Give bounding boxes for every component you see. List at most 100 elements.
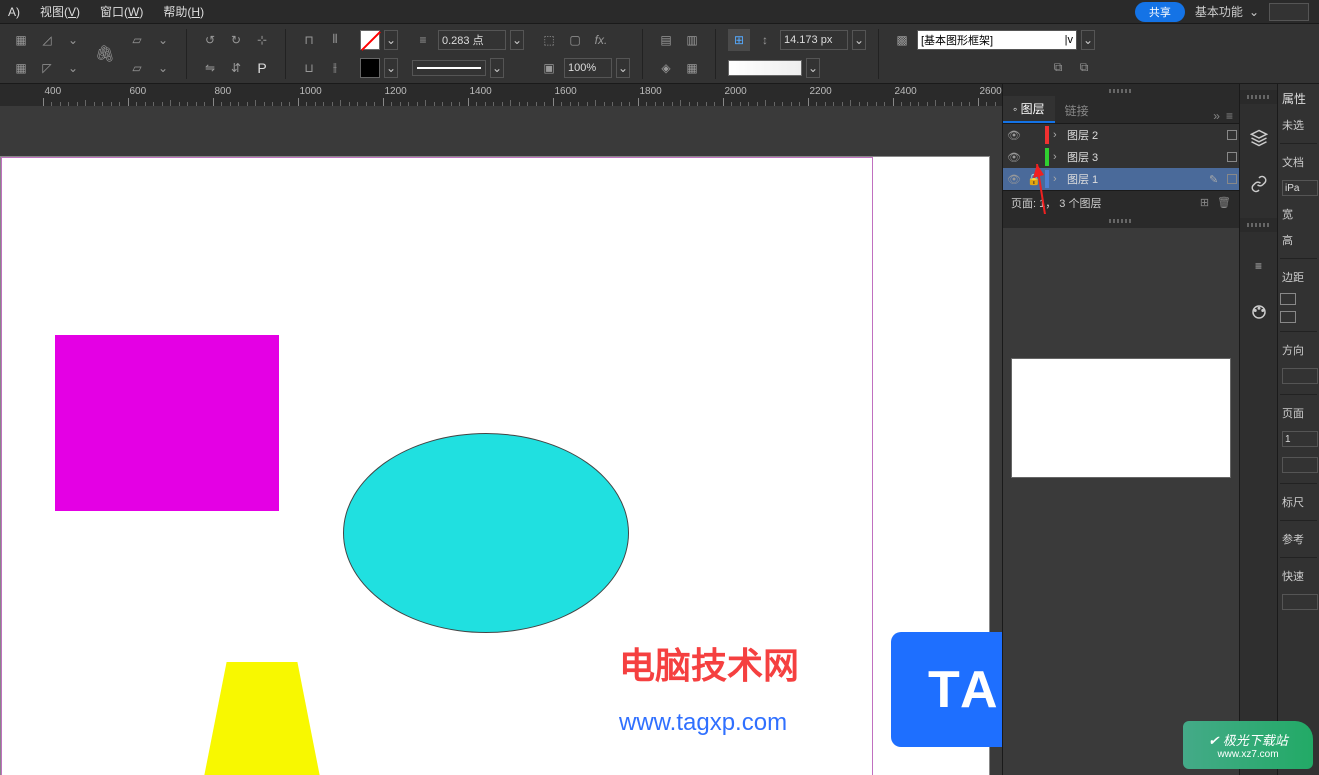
search-input[interactable] (1269, 3, 1309, 21)
layer-target-icon[interactable] (1227, 130, 1237, 140)
document-page[interactable]: 电脑技术网 www.tagxp.com TAG (0, 156, 990, 775)
stroke-style[interactable] (412, 60, 486, 76)
fill-swatch[interactable] (360, 30, 380, 50)
transform-input[interactable] (780, 30, 848, 50)
layer-row[interactable]: 👁›图层 2 (1003, 124, 1239, 146)
gradient-preview[interactable] (728, 60, 802, 76)
attach-icon[interactable]: 🖇 (94, 43, 116, 65)
skew-h-icon[interactable]: ▱ (126, 29, 148, 51)
visibility-icon[interactable]: 👁 (1005, 173, 1023, 186)
rail-handle-2[interactable] (1240, 218, 1277, 232)
layers-panel-footer: 页面: 1， 3 个图层 ⊞ 🗑 (1003, 190, 1239, 214)
tool-1[interactable]: ▦ (10, 29, 32, 51)
wrap2-icon[interactable]: ▥ (681, 29, 703, 51)
canvas-area[interactable]: 电脑技术网 www.tagxp.com TAG (0, 106, 1002, 775)
stroke-style-dd[interactable]: ⌄ (490, 58, 504, 78)
expand-icon[interactable]: › (1053, 129, 1063, 141)
expand-icon[interactable]: › (1053, 173, 1063, 185)
wrap3-icon[interactable]: ◈ (655, 57, 677, 79)
lock-icon[interactable]: 🔒 (1027, 173, 1041, 186)
menu-item-help[interactable]: 帮助(H) (163, 3, 204, 20)
layer-name: 图层 3 (1067, 149, 1223, 165)
tab-layers[interactable]: ◦ 图层 (1003, 96, 1055, 123)
flip-v-icon[interactable]: ⇵ (225, 57, 247, 79)
menu-item-view[interactable]: 视图(V) (40, 3, 80, 20)
props-quick-input[interactable] (1282, 594, 1318, 610)
layer-color-bar (1045, 126, 1049, 144)
rotate-cw-icon[interactable]: ↻ (225, 29, 247, 51)
layer-row[interactable]: 👁🔒›图层 1✎ (1003, 168, 1239, 190)
visibility-icon[interactable]: 👁 (1005, 151, 1023, 164)
dropdown3-icon[interactable]: ⌄ (152, 29, 174, 51)
props-direction-input[interactable] (1282, 368, 1318, 384)
menu-item-window[interactable]: 窗口(W) (100, 3, 143, 20)
source-watermark: ✔ 极光下载站 www.xz7.com (1183, 721, 1313, 769)
expand-icon[interactable]: › (1053, 151, 1063, 163)
margin-icon-1[interactable] (1280, 293, 1296, 305)
delete-layer-icon[interactable]: 🗑 (1217, 196, 1231, 209)
props-pagenum-input[interactable] (1282, 431, 1318, 447)
wrap1-icon[interactable]: ▤ (655, 29, 677, 51)
opacity-dd[interactable]: ⌄ (616, 58, 630, 78)
thumb-drag-handle[interactable] (1003, 214, 1239, 228)
share-button[interactable]: 共享 (1135, 2, 1185, 22)
tab-links[interactable]: 链接 (1055, 98, 1099, 123)
magenta-rectangle-shape[interactable] (55, 335, 279, 511)
gradient-dd[interactable]: ⌄ (806, 58, 820, 78)
margin-icon-2[interactable] (1280, 311, 1296, 323)
style-preset-dropdown[interactable]: [基本图形框架]|v (917, 30, 1077, 50)
align2-icon[interactable]: ⫴ (324, 29, 346, 51)
stroke-weight-input[interactable] (438, 30, 506, 50)
tool-2[interactable]: ▦ (10, 57, 32, 79)
swatches-icon[interactable] (1247, 300, 1271, 324)
cyan-ellipse-shape[interactable] (343, 433, 629, 633)
dropdown2-icon[interactable]: ⌄ (62, 57, 84, 79)
align1-icon[interactable]: ⊓ (298, 29, 320, 51)
fill-dropdown[interactable]: ⌄ (384, 30, 398, 50)
layer-row[interactable]: 👁 › 图层 3 (1003, 146, 1239, 168)
layer-target-icon[interactable] (1227, 174, 1237, 184)
transform-dd[interactable]: ⌄ (852, 30, 866, 50)
rotate-ccw-icon[interactable]: ↺ (199, 29, 221, 51)
crosshair-icon[interactable]: ⊹ (251, 29, 273, 51)
stroke-weight-dd[interactable]: ⌄ (510, 30, 524, 50)
rail-handle-1[interactable] (1240, 90, 1277, 104)
layer-target-icon[interactable] (1227, 152, 1237, 162)
props-width: 宽 (1280, 202, 1317, 226)
props-quick: 快速 (1280, 564, 1317, 588)
align4-icon[interactable]: ⫲ (324, 57, 346, 79)
skew-v-icon[interactable]: ▱ (126, 57, 148, 79)
props-device-input[interactable] (1282, 180, 1318, 196)
extra2-icon[interactable]: ⧉ (1073, 57, 1095, 79)
stroke-swatch[interactable] (360, 58, 380, 78)
opacity-input[interactable] (564, 58, 612, 78)
angle-icon[interactable]: ◿ (36, 29, 58, 51)
transform-icon[interactable]: ⊞ (728, 29, 750, 51)
menu-item-a[interactable]: A) (8, 5, 20, 19)
fx-icon[interactable]: fx. (590, 29, 612, 51)
new-layer-icon[interactable]: ⊞ (1200, 196, 1209, 209)
preset-dd[interactable]: ⌄ (1081, 30, 1095, 50)
workspace-dropdown[interactable]: 基本功能⌄ (1195, 3, 1259, 20)
panel-menu-icon[interactable]: ≡ (1226, 109, 1233, 123)
visibility-icon[interactable]: 👁 (1005, 129, 1023, 142)
horizontal-ruler: 4006008001000120014001600180020002200240… (0, 84, 1002, 106)
dropdown4-icon[interactable]: ⌄ (152, 57, 174, 79)
corner1-icon[interactable]: ⬚ (538, 29, 560, 51)
text-anchor-icon[interactable]: P (251, 57, 273, 79)
links-icon[interactable] (1247, 172, 1271, 196)
edit-icon[interactable]: ✎ (1209, 173, 1223, 186)
angle2-icon[interactable]: ◸ (36, 57, 58, 79)
align3-icon[interactable]: ⊔ (298, 57, 320, 79)
layers-icon[interactable] (1247, 126, 1271, 150)
props-page-input2[interactable] (1282, 457, 1318, 473)
wrap4-icon[interactable]: ▦ (681, 57, 703, 79)
panel-more-icon[interactable]: » (1213, 109, 1220, 123)
stroke-icon[interactable]: ≡ (1247, 254, 1271, 278)
page-thumbnail[interactable] (1011, 358, 1231, 478)
flip-h-icon[interactable]: ⇋ (199, 57, 221, 79)
stroke-dropdown[interactable]: ⌄ (384, 58, 398, 78)
corner2-icon[interactable]: ▢ (564, 29, 586, 51)
extra1-icon[interactable]: ⧉ (1047, 57, 1069, 79)
dropdown-icon[interactable]: ⌄ (62, 29, 84, 51)
